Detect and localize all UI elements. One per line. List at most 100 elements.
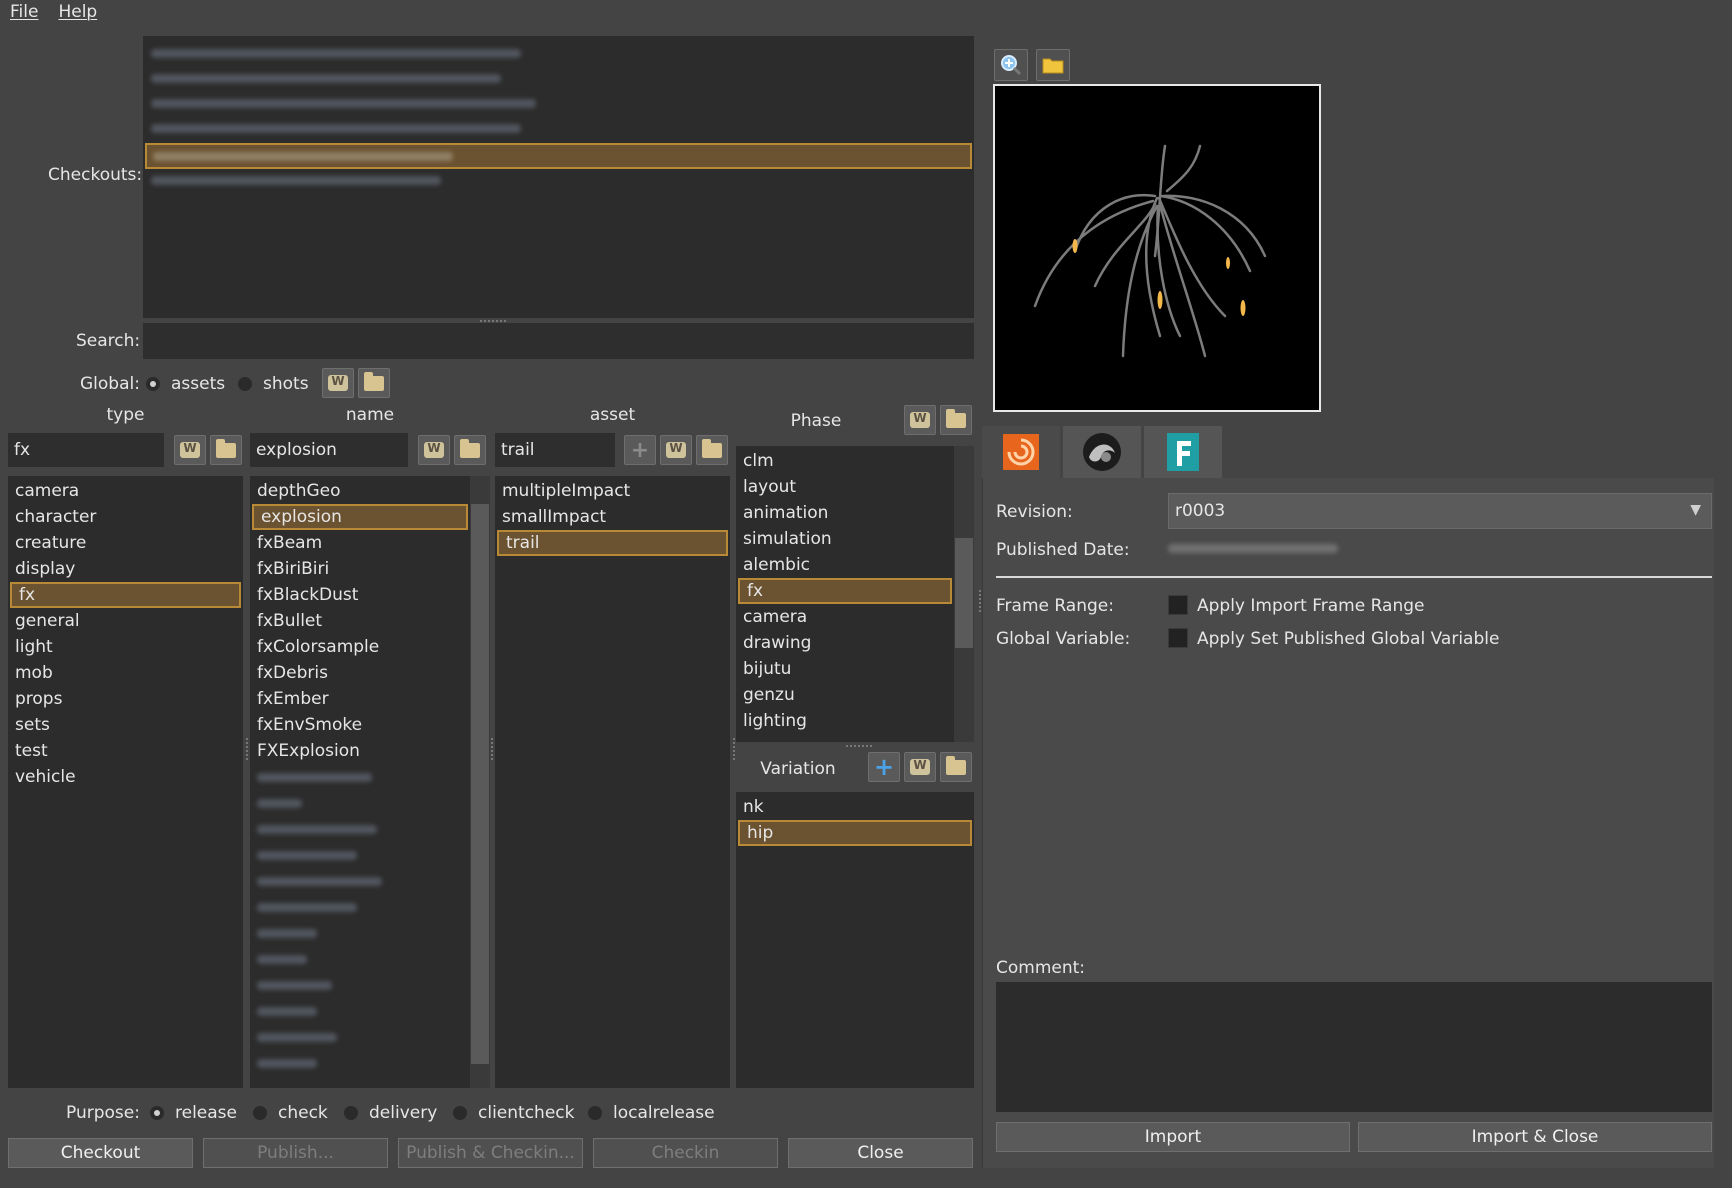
list-item[interactable]: fxEnvSmoke	[250, 712, 468, 738]
list-item[interactable]: fxEmber	[250, 686, 468, 712]
list-item[interactable]: props	[8, 686, 243, 712]
list-item[interactable]: depthGeo	[250, 478, 468, 504]
import-close-button[interactable]: Import & Close	[1358, 1122, 1712, 1152]
asset-list[interactable]: multipleImpact smallImpact trail	[495, 476, 730, 1088]
publish-button[interactable]: Publish...	[203, 1138, 388, 1168]
list-item[interactable]: creature	[8, 530, 243, 556]
list-item[interactable]: nk	[736, 794, 974, 820]
list-item[interactable]: light	[8, 634, 243, 660]
list-item[interactable]: fxBeam	[250, 530, 468, 556]
name-list[interactable]: depthGeo explosion fxBeam fxBiriBiri fxB…	[250, 476, 490, 1088]
purpose-localrelease-radio[interactable]	[588, 1106, 602, 1120]
name-folder-button[interactable]	[454, 435, 486, 465]
list-item[interactable]: sets	[8, 712, 243, 738]
splitter-handle[interactable]	[246, 738, 248, 760]
phase-folder-button[interactable]	[940, 405, 972, 435]
list-item[interactable]: alembic	[736, 552, 952, 578]
variation-add-button[interactable]: +	[868, 752, 900, 782]
global-variable-checkbox[interactable]	[1168, 628, 1188, 648]
tab-houdini[interactable]	[982, 426, 1060, 478]
splitter-handle[interactable]	[846, 745, 872, 747]
list-item-selected[interactable]: explosion	[252, 504, 468, 530]
list-item-blurred[interactable]	[250, 790, 468, 816]
checkouts-list[interactable]	[143, 36, 974, 318]
name-list-scrollbar[interactable]	[470, 476, 490, 1088]
type-cat-button[interactable]	[174, 435, 206, 465]
type-folder-button[interactable]	[210, 435, 242, 465]
variation-folder-button[interactable]	[940, 752, 972, 782]
scrollbar-thumb[interactable]	[955, 538, 973, 648]
list-item[interactable]: camera	[8, 478, 243, 504]
list-item[interactable]: display	[8, 556, 243, 582]
list-item[interactable]: mob	[8, 660, 243, 686]
purpose-delivery-radio[interactable]	[344, 1106, 358, 1120]
purpose-check-radio[interactable]	[253, 1106, 267, 1120]
list-item[interactable]: animation	[736, 500, 952, 526]
list-item-blurred[interactable]	[250, 868, 468, 894]
asset-filter-input[interactable]: trail	[495, 433, 615, 467]
purpose-release-radio[interactable]	[150, 1106, 164, 1120]
global-cat-button[interactable]	[322, 368, 354, 398]
list-item-selected[interactable]: hip	[738, 820, 972, 846]
close-button[interactable]: Close	[788, 1138, 973, 1168]
publish-checkin-button[interactable]: Publish & Checkin...	[398, 1138, 583, 1168]
menu-help[interactable]: Help	[58, 2, 97, 22]
splitter-handle[interactable]	[733, 738, 735, 760]
list-item-selected[interactable]: fx	[738, 578, 952, 604]
checkout-item[interactable]	[151, 67, 501, 89]
asset-folder-button[interactable]	[696, 435, 728, 465]
purpose-clientcheck-radio[interactable]	[453, 1106, 467, 1120]
phase-list-scrollbar[interactable]	[954, 446, 974, 742]
list-item[interactable]: FXExplosion	[250, 738, 468, 764]
open-folder-button[interactable]	[1036, 49, 1070, 81]
global-shots-radio[interactable]	[238, 377, 252, 391]
import-button[interactable]: Import	[996, 1122, 1350, 1152]
checkin-button[interactable]: Checkin	[593, 1138, 778, 1168]
asset-cat-button[interactable]	[660, 435, 692, 465]
list-item[interactable]: smallImpact	[495, 504, 730, 530]
list-item-selected[interactable]: trail	[497, 530, 728, 556]
list-item-blurred[interactable]	[250, 894, 468, 920]
tab-maya[interactable]	[1063, 426, 1141, 478]
list-item-blurred[interactable]	[250, 816, 468, 842]
splitter-handle[interactable]	[491, 738, 493, 760]
list-item[interactable]: general	[8, 608, 243, 634]
tab-fusion[interactable]	[1144, 426, 1222, 478]
frame-range-checkbox[interactable]	[1168, 595, 1188, 615]
list-item[interactable]: layout	[736, 474, 952, 500]
list-item-blurred[interactable]	[250, 842, 468, 868]
list-item[interactable]: fxDebris	[250, 660, 468, 686]
variation-list[interactable]: nk hip	[736, 792, 974, 1088]
zoom-button[interactable]	[994, 49, 1028, 81]
list-item[interactable]: clm	[736, 448, 952, 474]
list-item-selected[interactable]: fx	[10, 582, 241, 608]
checkout-item-selected[interactable]	[145, 143, 972, 169]
list-item[interactable]: bijutu	[736, 656, 952, 682]
list-item-blurred[interactable]	[250, 764, 468, 790]
list-item[interactable]: simulation	[736, 526, 952, 552]
list-item[interactable]: test	[8, 738, 243, 764]
list-item[interactable]: camera	[736, 604, 952, 630]
list-item[interactable]: fxBiriBiri	[250, 556, 468, 582]
type-filter-input[interactable]: fx	[8, 433, 164, 467]
checkout-item[interactable]	[151, 92, 536, 114]
list-item[interactable]: genzu	[736, 682, 952, 708]
checkout-button[interactable]: Checkout	[8, 1138, 193, 1168]
global-assets-radio[interactable]	[146, 377, 160, 391]
phase-list[interactable]: clm layout animation simulation alembic …	[736, 446, 974, 742]
list-item[interactable]: drawing	[736, 630, 952, 656]
splitter-handle[interactable]	[979, 590, 981, 612]
list-item[interactable]: lighting	[736, 708, 952, 734]
name-filter-input[interactable]: explosion	[250, 433, 408, 467]
search-input[interactable]	[143, 323, 974, 359]
list-item[interactable]: multipleImpact	[495, 478, 730, 504]
phase-cat-button[interactable]	[904, 405, 936, 435]
splitter-handle[interactable]	[480, 320, 506, 322]
global-folder-button[interactable]	[358, 368, 390, 398]
list-item-blurred[interactable]	[250, 1050, 468, 1076]
list-item[interactable]: fxBullet	[250, 608, 468, 634]
menu-file[interactable]: File	[10, 2, 38, 22]
type-list[interactable]: camera character creature display fx gen…	[8, 476, 243, 1088]
list-item-blurred[interactable]	[250, 998, 468, 1024]
comment-textarea[interactable]	[996, 982, 1712, 1112]
